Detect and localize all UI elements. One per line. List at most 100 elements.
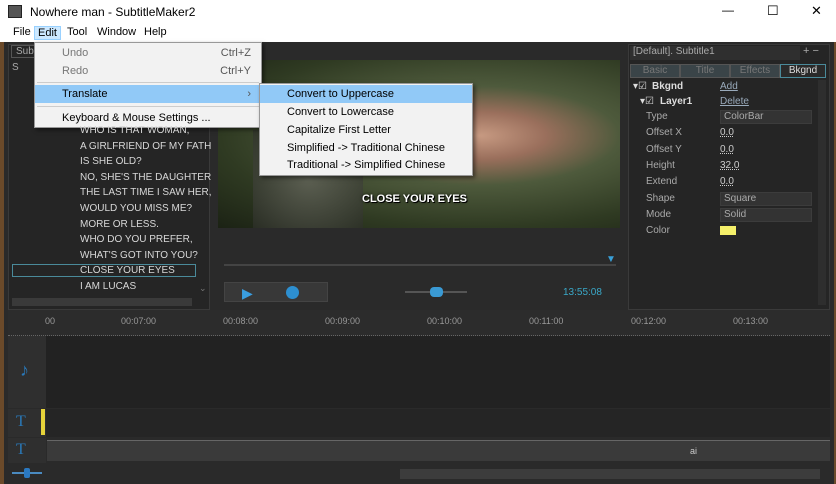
bkgnd-label: Bkgnd [652,81,684,92]
layer-checkbox[interactable]: ▾☑ [640,96,654,107]
time-tick-label: 00:09:00 [325,316,361,326]
window-title: Nowhere man - SubtitleMaker2 [30,5,196,19]
seek-bar[interactable] [224,264,616,266]
menu-help[interactable]: Help [141,26,170,38]
subtitle-row[interactable]: A GIRLFRIEND OF MY FATH [80,141,211,152]
subtitle-row[interactable]: THE LAST TIME I SAW HER, [80,187,212,198]
property-label: Mode [646,208,672,220]
tab-title[interactable]: Title [680,64,730,78]
video-caption: CLOSE YOUR EYES [362,193,467,205]
time-tick-label: 00:12:00 [631,316,667,326]
translate-label: Translate [62,88,108,100]
menu-window[interactable]: Window [94,26,139,38]
property-label: Extend [646,176,678,188]
current-time: 13:55:08 [563,287,602,298]
property-value[interactable]: Square [720,191,812,206]
delete-link[interactable]: Delete [720,96,749,107]
menu-item-lowercase[interactable]: Convert to Lowercase [260,103,472,121]
property-label: Offset Y [646,143,682,155]
time-tick-label: 00 [45,316,56,326]
music-note-icon: ♪ [20,360,29,380]
properties-scrollbar[interactable] [818,80,826,305]
property-label: Shape [646,192,675,204]
subtitle-row[interactable]: I AM LUCAS [80,281,136,292]
minimize-button[interactable]: — [722,3,734,17]
horizontal-scrollbar[interactable] [12,298,192,306]
tab-effects[interactable]: Effects [730,64,780,78]
undo-shortcut: Ctrl+Z [220,47,251,59]
edit-menu: Undo Ctrl+Z Redo Ctrl+Y Translate › Keyboar… [34,42,262,128]
subtitle-row[interactable]: MORE OR LESS. [80,219,159,230]
menu-item-capitalize[interactable]: Capitalize First Letter [260,121,472,139]
text-track-2-header: T [8,438,46,463]
submenu-arrow-icon: › [247,88,251,100]
bkgnd-checkbox[interactable]: ▾☑ [633,81,647,92]
menu-bar: File Edit Tool Window Help [0,24,836,42]
zoom-slider[interactable] [8,466,46,480]
menu-separator [37,82,259,83]
volume-handle[interactable] [430,287,443,297]
time-tick-label: 00:11:00 [529,316,564,326]
playhead-marker[interactable] [41,409,45,435]
add-link[interactable]: Add [720,81,738,92]
timeline-scrollbar[interactable] [400,469,820,479]
property-value[interactable]: 0.0 [720,144,734,155]
subtitle-row[interactable]: NO, SHE'S THE DAUGHTER [80,172,211,183]
subtitle-row[interactable]: IS SHE OLD? [80,156,142,167]
menu-item-trad-to-simp[interactable]: Traditional -> Simplified Chinese [260,156,472,174]
play-button[interactable]: ▶ [242,285,253,302]
menu-edit[interactable]: Edit [34,26,61,40]
property-value[interactable]: 0.0 [720,176,734,187]
scroll-down-icon[interactable]: ⌄ [199,283,207,294]
text-track-icon: T [16,441,26,458]
style-select[interactable]: [Default]. Subtitle1 [630,46,800,60]
column-header: S [12,62,19,73]
tab-bkgnd[interactable]: Bkgnd [780,64,826,78]
tab-basic[interactable]: Basic [630,64,680,78]
app-icon [8,5,22,18]
add-style-icon[interactable]: + − [803,45,819,57]
title-bar: Nowhere man - SubtitleMaker2 — ☐ ✕ [0,0,836,24]
menu-item-uppercase[interactable]: Convert to Uppercase [260,85,472,103]
property-value[interactable]: Solid [720,207,812,222]
subtitle-row[interactable]: WHAT'S GOT INTO YOU? [80,250,198,261]
text-track-1[interactable] [46,409,830,437]
property-label: Color [646,225,670,237]
text-track-icon: T [16,413,26,430]
time-tick-label: 00:10:00 [427,316,463,326]
wifi-icon: ▼ [606,254,616,265]
subtitle-row[interactable]: WHO DO YOU PREFER, [80,234,193,245]
layer-label: Layer1 [660,96,693,107]
time-tick-label: 00:13:00 [733,316,769,326]
subtitle-row[interactable]: WHO IS THAT WOMAN, [80,125,189,136]
menu-item-undo[interactable]: Undo Ctrl+Z [35,44,261,62]
playback-controls: ▶ [224,282,328,302]
menu-separator [37,106,259,107]
time-tick-label: 00:07:00 [121,316,157,326]
subtitle-clip-track[interactable]: ai [47,440,830,461]
color-swatch[interactable] [720,226,736,235]
property-value[interactable]: 0.0 [720,127,734,138]
audio-track-header: ♪ [8,336,46,408]
subtitle-row[interactable]: WOULD YOU MISS ME? [80,203,192,214]
time-tick-label: 00:08:00 [223,316,259,326]
stop-button[interactable] [286,286,299,299]
property-label: Type [646,111,668,122]
menu-item-redo[interactable]: Redo Ctrl+Y [35,62,261,80]
property-label: Offset X [646,127,682,139]
undo-label: Undo [62,47,89,59]
audio-track[interactable] [46,336,830,408]
redo-shortcut: Ctrl+Y [220,65,251,77]
property-value[interactable]: 32.0 [720,160,739,171]
redo-label: Redo [62,65,89,77]
maximize-button[interactable]: ☐ [767,3,779,19]
clip-label: ai [690,446,698,456]
menu-item-simp-to-trad[interactable]: Simplified -> Traditional Chinese [260,139,472,157]
subtitle-row[interactable]: CLOSE YOUR EYES [12,264,196,278]
menu-item-translate[interactable]: Translate › [35,85,261,103]
translate-submenu: Convert to Uppercase Convert to Lowercas… [259,83,473,176]
property-value[interactable]: ColorBar [720,110,812,124]
menu-file[interactable]: File [10,26,34,38]
close-button[interactable]: ✕ [811,3,822,19]
menu-tool[interactable]: Tool [64,26,90,38]
